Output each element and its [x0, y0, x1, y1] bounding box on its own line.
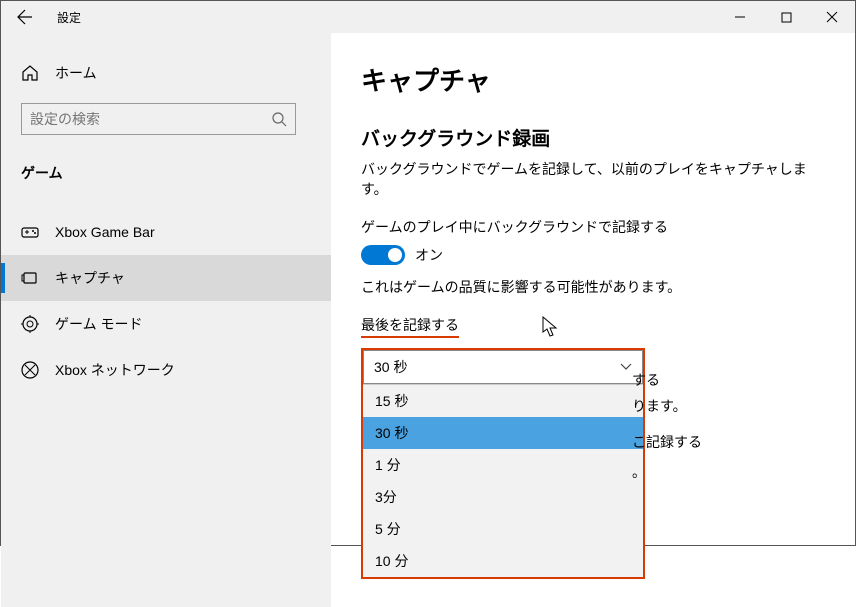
sidebar-item-label: ゲーム モード	[55, 314, 142, 334]
minimize-button[interactable]	[717, 1, 763, 33]
maximize-button[interactable]	[763, 1, 809, 33]
chevron-down-icon	[620, 363, 632, 371]
sidebar: ホーム ゲーム Xbox Game Bar	[1, 33, 331, 607]
sidebar-item-capture[interactable]: キャプチャ	[1, 255, 331, 301]
category-label: ゲーム	[1, 145, 331, 193]
toggle-label: ゲームのプレイ中にバックグラウンドで記録する	[361, 217, 825, 237]
option-15s[interactable]: 15 秒	[363, 385, 643, 417]
minimize-icon	[734, 11, 746, 23]
search-input[interactable]	[21, 103, 296, 135]
option-10m[interactable]: 10 分	[363, 545, 643, 577]
combo-value: 30 秒	[374, 357, 407, 377]
sidebar-item-label: Xbox Game Bar	[55, 224, 155, 240]
maximize-icon	[781, 12, 792, 23]
toggle-warning: これはゲームの品質に影響する可能性があります。	[361, 277, 825, 297]
sidebar-item-label: キャプチャ	[55, 268, 125, 288]
close-button[interactable]	[809, 1, 855, 33]
option-30s[interactable]: 30 秒	[363, 417, 643, 449]
titlebar: 設定	[1, 1, 855, 33]
gamebar-icon	[21, 225, 39, 239]
nav: Xbox Game Bar キャプチャ ゲーム モード	[1, 209, 331, 393]
home-label: ホーム	[55, 63, 97, 83]
dropdown-list: 15 秒 30 秒 1 分 3分 5 分 10 分	[363, 384, 643, 577]
window-title: 設定	[49, 9, 81, 26]
option-1m[interactable]: 1 分	[363, 449, 643, 481]
obscured-text: 。	[632, 462, 646, 482]
toggle-state: オン	[415, 245, 443, 265]
section-title: バックグラウンド録画	[361, 124, 825, 151]
capture-icon	[21, 271, 39, 285]
sidebar-item-label: Xbox ネットワーク	[55, 360, 175, 380]
highlight-box: 30 秒 15 秒 30 秒 1 分 3分 5 分 10 分	[361, 348, 645, 579]
option-3m[interactable]: 3分	[363, 481, 643, 513]
search-field[interactable]	[30, 111, 271, 127]
sidebar-item-xboxnet[interactable]: Xbox ネットワーク	[1, 347, 331, 393]
gamemode-icon	[21, 315, 39, 333]
sidebar-item-gamemode[interactable]: ゲーム モード	[1, 301, 331, 347]
obscured-text: ります。	[632, 396, 687, 416]
home-link[interactable]: ホーム	[1, 53, 331, 93]
background-record-toggle[interactable]	[361, 245, 405, 265]
close-icon	[826, 11, 838, 23]
search-icon	[271, 111, 287, 127]
sidebar-item-gamebar[interactable]: Xbox Game Bar	[1, 209, 331, 255]
back-arrow-icon	[17, 9, 33, 25]
section-desc: バックグラウンドでゲームを記録して、以前のプレイをキャプチャします。	[361, 159, 825, 199]
obscured-text: こ記録する	[632, 432, 702, 452]
settings-window: 設定 ホーム ゲーム	[0, 0, 856, 546]
home-icon	[21, 64, 39, 82]
body: ホーム ゲーム Xbox Game Bar	[1, 33, 855, 607]
option-5m[interactable]: 5 分	[363, 513, 643, 545]
xbox-icon	[21, 361, 39, 379]
back-button[interactable]	[1, 9, 49, 25]
record-last-label: 最後を記録する	[361, 315, 459, 338]
record-last-combo[interactable]: 30 秒	[363, 350, 643, 384]
obscured-text: する	[632, 370, 660, 390]
content: キャプチャ バックグラウンド録画 バックグラウンドでゲームを記録して、以前のプレ…	[331, 33, 855, 607]
toggle-knob	[388, 248, 402, 262]
page-title: キャプチャ	[361, 61, 825, 98]
